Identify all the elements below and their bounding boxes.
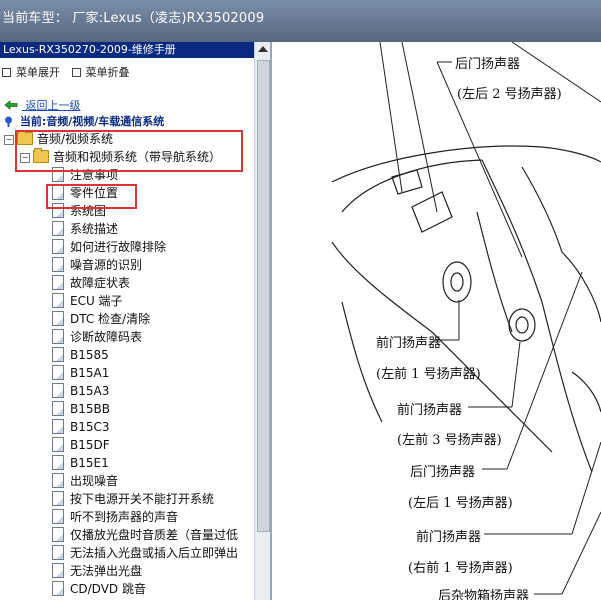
tree-item[interactable]: 诊断故障码表 bbox=[52, 328, 142, 346]
document-icon bbox=[52, 563, 64, 578]
highlight-box bbox=[15, 130, 243, 172]
speaker-location-diagram bbox=[331, 42, 601, 595]
diagram-label: 前门扬声器 bbox=[416, 530, 482, 545]
expand-icon bbox=[2, 68, 11, 77]
document-icon bbox=[52, 545, 64, 560]
document-icon bbox=[52, 473, 64, 488]
diagram-pane: 后门扬声器 (左后 2 号扬声器) 前门扬声器 (左前 1 号扬声器) 前门扬声… bbox=[272, 42, 601, 600]
diagram-label: (右前 1 号扬声器) bbox=[408, 561, 513, 576]
menu-expand-button[interactable]: 菜单展开 bbox=[2, 66, 60, 79]
diagram-label: (左前 3 号扬声器) bbox=[397, 433, 502, 448]
tree-item[interactable]: B15A1 bbox=[52, 364, 109, 382]
scroll-up-icon[interactable] bbox=[258, 46, 268, 52]
tree-item[interactable]: B15DF bbox=[52, 436, 110, 454]
back-arrow-icon bbox=[4, 100, 18, 110]
tree-item[interactable]: 出现噪音 bbox=[52, 472, 118, 490]
window-titlebar: 当前车型： 厂家:Lexus（凌志)RX3502009 bbox=[0, 0, 601, 42]
document-icon bbox=[52, 581, 64, 596]
scrollbar[interactable] bbox=[254, 42, 270, 600]
document-icon bbox=[52, 383, 64, 398]
document-icon bbox=[52, 257, 64, 272]
back-link[interactable]: 返回上一级 bbox=[4, 97, 81, 113]
diagram-label: 前门扬声器 bbox=[397, 403, 463, 418]
diagram-label: 后杂物箱扬声器 bbox=[438, 589, 530, 600]
collapse-toggle-icon[interactable]: − bbox=[4, 135, 14, 145]
current-path: 当前:音频/视频/车载通信系统 bbox=[4, 113, 164, 129]
tree-item[interactable]: 无法弹出光盘 bbox=[52, 562, 142, 580]
tree-item[interactable]: 按下电源开关不能打开系统 bbox=[52, 490, 214, 508]
tree-item[interactable]: B15E1 bbox=[52, 454, 109, 472]
document-icon bbox=[52, 311, 64, 326]
document-icon bbox=[52, 221, 64, 236]
collapse-icon bbox=[71, 68, 81, 77]
tree-item[interactable]: B15C3 bbox=[52, 418, 110, 436]
diagram-label: 后门扬声器 bbox=[410, 465, 476, 480]
tree-item[interactable]: ECU 端子 bbox=[52, 292, 123, 310]
document-icon bbox=[52, 491, 64, 506]
tree-item[interactable]: 无法插入光盘或插入后立即弹出 bbox=[52, 544, 238, 562]
document-icon bbox=[52, 365, 64, 380]
tree-item[interactable]: B1585 bbox=[52, 346, 109, 364]
highlight-box bbox=[46, 184, 137, 209]
tree-item[interactable]: 听不到扬声器的声音 bbox=[52, 508, 178, 526]
location-icon bbox=[5, 116, 12, 127]
menu-controls: 菜单展开 菜单折叠 bbox=[2, 64, 138, 80]
document-icon bbox=[52, 455, 64, 470]
document-icon bbox=[52, 401, 64, 416]
diagram-label: (左前 1 号扬声器) bbox=[376, 367, 481, 382]
tree-item[interactable]: CD/DVD 跳音 bbox=[52, 580, 146, 598]
manual-header: Lexus-RX350270-2009-维修手册 bbox=[0, 42, 255, 58]
tree-item[interactable]: 仅播放光盘时音质差（音量过低 bbox=[52, 526, 238, 544]
navigation-pane: Lexus-RX350270-2009-维修手册 菜单展开 菜单折叠 返回上一级… bbox=[0, 42, 272, 600]
tree-item[interactable]: 故障症状表 bbox=[52, 274, 130, 292]
tree-item[interactable]: 噪音源的识别 bbox=[52, 256, 142, 274]
tree-item[interactable]: DTC 检查/清除 bbox=[52, 310, 150, 328]
diagram-label: 前门扬声器 bbox=[376, 336, 442, 351]
scroll-thumb[interactable] bbox=[257, 60, 270, 532]
document-icon bbox=[52, 275, 64, 290]
document-icon bbox=[52, 527, 64, 542]
document-icon bbox=[52, 419, 64, 434]
diagram-label: (左后 1 号扬声器) bbox=[408, 496, 513, 511]
document-icon bbox=[52, 509, 64, 524]
tree-item[interactable]: B15A3 bbox=[52, 382, 109, 400]
document-icon bbox=[52, 293, 64, 308]
document-icon bbox=[52, 239, 64, 254]
document-icon bbox=[52, 347, 64, 362]
diagram-label: (左后 2 号扬声器) bbox=[457, 87, 562, 102]
tree-item[interactable]: B15BB bbox=[52, 400, 110, 418]
document-icon bbox=[52, 437, 64, 452]
document-icon bbox=[52, 329, 64, 344]
vehicle-title: 当前车型： 厂家:Lexus（凌志)RX3502009 bbox=[2, 11, 265, 26]
tree-item[interactable]: 系统描述 bbox=[52, 220, 118, 238]
tree-item[interactable]: 如何进行故障排除 bbox=[52, 238, 166, 256]
diagram-label: 后门扬声器 bbox=[455, 57, 521, 72]
menu-collapse-button[interactable]: 菜单折叠 bbox=[71, 66, 130, 79]
